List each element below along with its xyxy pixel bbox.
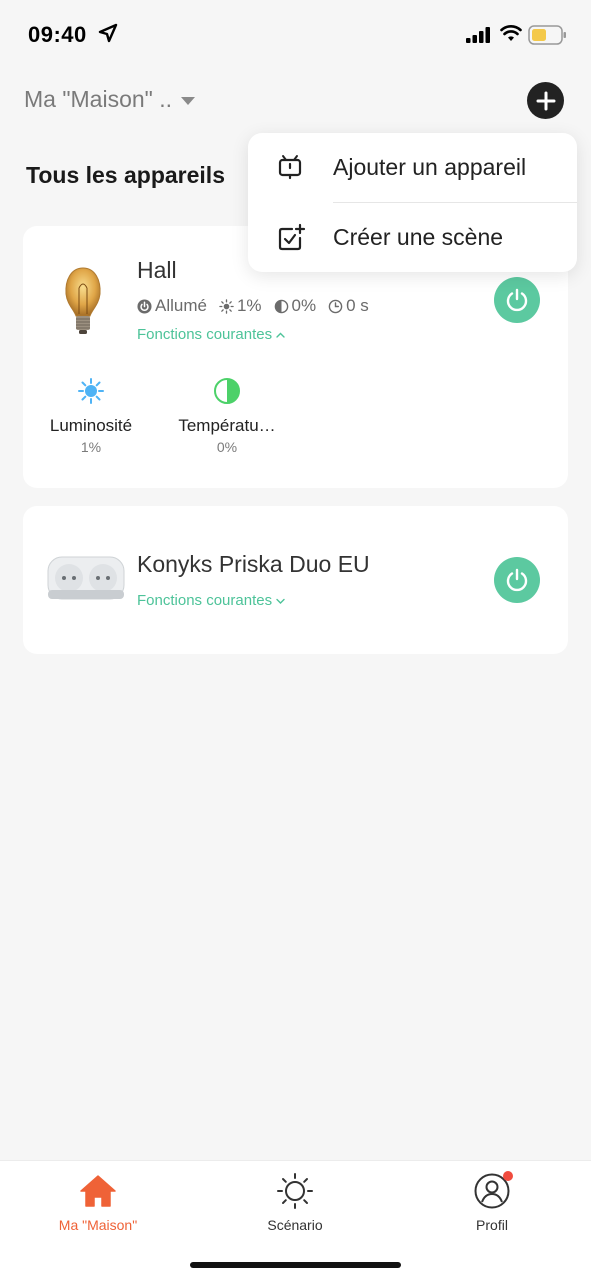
status-bar: 09:40	[0, 0, 591, 70]
brightness-icon	[78, 378, 104, 404]
menu-item-label: Ajouter un appareil	[333, 154, 527, 180]
status-time: 09:40	[28, 22, 87, 47]
device-card-plug[interactable]: Konyks Priska Duo EU Fonctions courantes	[23, 506, 568, 654]
function-value: 1%	[80, 439, 102, 455]
status-temperature-text: 0%	[291, 296, 317, 315]
status-timer-text: 0 s	[346, 296, 369, 315]
device-name: Hall	[137, 257, 177, 283]
notification-dot	[503, 1171, 513, 1181]
status-timer: 0 s	[328, 296, 369, 316]
sun-small-icon	[219, 298, 234, 314]
half-circle-icon	[274, 299, 288, 313]
clock-icon	[328, 299, 343, 313]
section-title: Tous les appareils	[26, 162, 225, 188]
status-power-text: Allumé	[155, 296, 207, 315]
power-button[interactable]	[494, 277, 540, 323]
bulb-image	[65, 267, 101, 334]
function-label: Luminosité	[49, 416, 133, 435]
power-icon	[506, 288, 528, 312]
power-button[interactable]	[494, 557, 540, 603]
menu-item-add-device[interactable]: Ajouter un appareil	[248, 133, 577, 202]
function-temperature[interactable]: Températu… 0%	[167, 376, 287, 455]
cellular-signal-icon	[466, 27, 490, 43]
chevron-down-icon	[276, 598, 285, 604]
tab-label: Scénario	[267, 1217, 323, 1233]
quick-functions-toggle[interactable]: Fonctions courantes	[137, 592, 285, 609]
device-status: Allumé 1% 0% 0 s	[137, 296, 381, 316]
tab-home[interactable]: Ma "Maison"	[28, 1171, 168, 1233]
menu-item-label: Créer une scène	[333, 224, 504, 250]
add-button[interactable]	[527, 82, 564, 119]
function-value: 0%	[216, 439, 238, 455]
function-label: Températu…	[178, 416, 276, 435]
device-name: Konyks Priska Duo EU	[137, 551, 370, 577]
tab-scenario[interactable]: Scénario	[225, 1171, 365, 1233]
wifi-icon	[500, 25, 522, 41]
scene-add-icon	[278, 223, 306, 251]
function-brightness[interactable]: Luminosité 1%	[31, 376, 151, 455]
home-indicator	[190, 1262, 401, 1268]
plus-icon	[536, 91, 555, 110]
home-selector[interactable]: Ma "Maison" ..	[24, 86, 196, 113]
location-arrow-icon	[98, 23, 118, 43]
device-add-icon	[278, 155, 302, 180]
power-icon	[506, 568, 528, 592]
home-name: Ma "Maison" ..	[24, 86, 172, 112]
status-brightness: 1%	[219, 296, 262, 316]
tab-label: Profil	[476, 1217, 508, 1233]
menu-item-create-scene[interactable]: Créer une scène	[248, 203, 577, 272]
sun-icon	[277, 1173, 313, 1209]
power-status-icon	[137, 298, 152, 314]
tab-label: Ma "Maison"	[58, 1217, 138, 1233]
add-menu: Ajouter un appareil Créer une scène	[248, 133, 577, 272]
plug-image	[47, 556, 125, 600]
chevron-up-icon	[276, 332, 285, 338]
status-temperature: 0%	[274, 296, 317, 316]
tab-profile[interactable]: Profil	[422, 1171, 562, 1233]
status-power: Allumé	[137, 296, 207, 316]
status-brightness-text: 1%	[236, 296, 262, 315]
color-temperature-icon	[214, 378, 240, 404]
quick-functions-toggle[interactable]: Fonctions courantes	[137, 326, 285, 343]
quick-functions-label: Fonctions courantes	[137, 326, 273, 343]
battery-icon	[528, 25, 566, 45]
home-icon	[80, 1175, 116, 1207]
quick-functions-label: Fonctions courantes	[137, 592, 273, 609]
caret-down-icon	[180, 96, 195, 105]
